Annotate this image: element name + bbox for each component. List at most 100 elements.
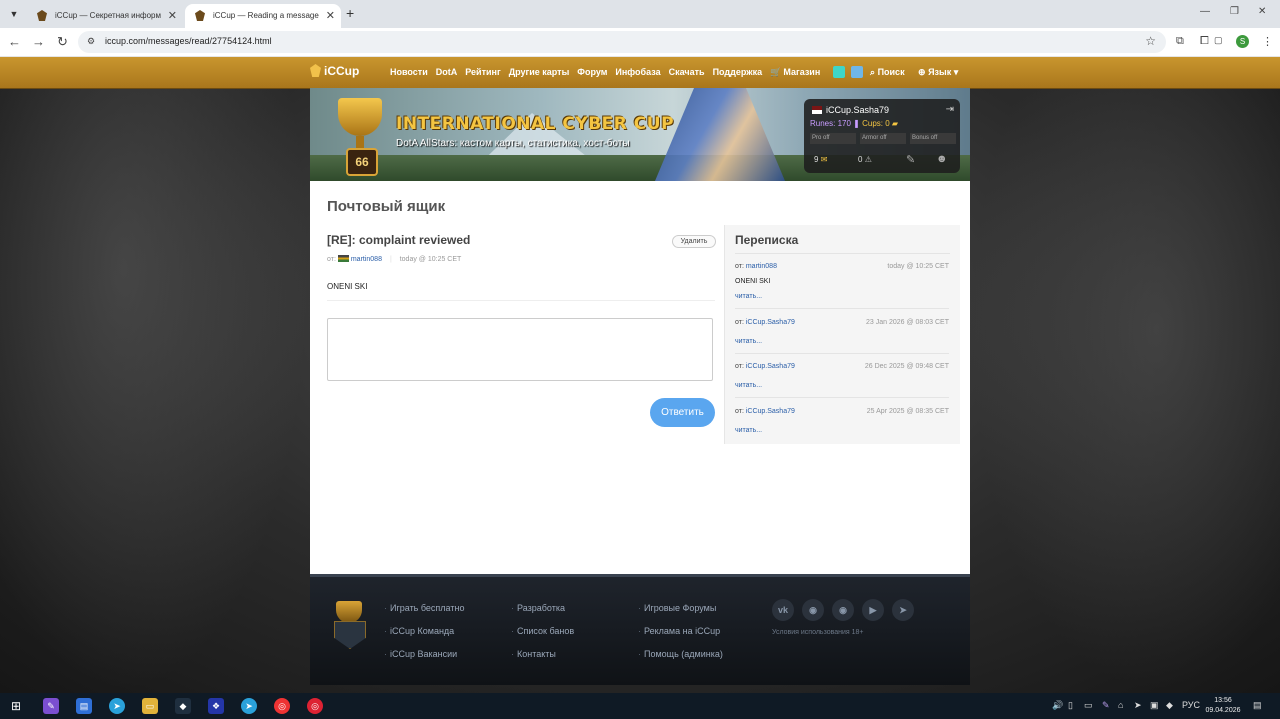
close-tab-icon[interactable]: ✕	[168, 4, 177, 28]
read-link[interactable]: читать...	[735, 427, 762, 434]
notifications-icon[interactable]: ▤	[1253, 700, 1262, 711]
sidepanel-icon[interactable]: ▢	[1214, 35, 1223, 46]
footer-link[interactable]: · Список банов	[511, 626, 574, 649]
restore-icon[interactable]: ❐	[1230, 6, 1239, 17]
volume-icon[interactable]: 🔊	[1052, 700, 1063, 711]
pen-app-icon[interactable]: ✎	[43, 698, 59, 714]
read-link[interactable]: читать...	[735, 338, 762, 345]
correspondence-author[interactable]: iCCup.Sasha79	[746, 363, 795, 370]
user-stats: Pro off Armor off Bonus off	[810, 133, 956, 144]
menu-dots-icon[interactable]: ⋮	[1262, 35, 1273, 48]
stream-icon[interactable]	[833, 66, 845, 78]
footer-link[interactable]: · Игровые Форумы	[638, 603, 723, 626]
flag-icon	[812, 106, 822, 114]
search-link[interactable]: ⌕ Поиск	[870, 67, 905, 78]
youtube-icon[interactable]: ▶	[862, 599, 884, 621]
app-blue-icon[interactable]: ❖	[208, 698, 224, 714]
reply-button[interactable]: Ответить	[650, 398, 715, 427]
read-link[interactable]: читать...	[735, 382, 762, 389]
language-select[interactable]: ⊕ Язык ▾	[918, 67, 958, 78]
address-bar[interactable]: ⚙ iccup.com/messages/read/27754124.html …	[78, 31, 1166, 53]
menu-forum[interactable]: Форум	[577, 67, 607, 78]
delete-button[interactable]: Удалить	[672, 235, 716, 248]
footer-link[interactable]: · iCCup Команда	[384, 626, 464, 649]
warnings-link[interactable]: 0 ⚠	[858, 155, 872, 164]
menu-rating[interactable]: Рейтинг	[465, 67, 500, 78]
footer-link[interactable]: · Играть бесплатно	[384, 603, 464, 626]
correspondence-author[interactable]: iCCup.Sasha79	[746, 408, 795, 415]
back-icon[interactable]: ←	[8, 34, 21, 49]
read-link[interactable]: читать...	[735, 293, 762, 300]
reload-icon[interactable]: ↻	[57, 34, 68, 50]
chrome-profile-icon[interactable]: ◎	[307, 698, 323, 714]
menu-shop[interactable]: 🛒 Магазин	[770, 67, 820, 78]
menu-infobase[interactable]: Инфобаза	[615, 67, 660, 78]
menu-other-maps[interactable]: Другие карты	[509, 67, 570, 78]
network-icon[interactable]: ▭	[1084, 700, 1093, 711]
tab-search-button[interactable]: ▼	[6, 6, 22, 22]
url-text[interactable]: iccup.com/messages/read/27754124.html	[105, 36, 272, 46]
tab-secret-info[interactable]: iCCup — Секретная информация ✕	[27, 4, 183, 28]
chevron-down-icon: ▾	[953, 67, 959, 77]
battery-icon[interactable]: ▯	[1068, 700, 1073, 711]
new-tab-button[interactable]: +	[346, 5, 354, 21]
site-logo[interactable]: iCCup	[310, 64, 359, 82]
tray-app-icon[interactable]: ⌂	[1118, 700, 1123, 710]
pro-status[interactable]: Pro off	[810, 133, 856, 144]
app-diamond-icon[interactable]: ◆	[175, 698, 191, 714]
footer-link[interactable]: · iCCup Вакансии	[384, 649, 464, 672]
profile-icon[interactable]: ☻	[936, 153, 948, 165]
footer-link[interactable]: · Реклама на iCCup	[638, 626, 723, 649]
menu-download[interactable]: Скачать	[669, 67, 705, 78]
mail-link[interactable]: 9 ✉	[814, 155, 827, 164]
close-window-icon[interactable]: ✕	[1258, 6, 1266, 17]
footer-link[interactable]: · Помощь (админка)	[638, 649, 723, 672]
logout-icon[interactable]: ⇥	[946, 104, 954, 115]
settings-wrench-icon[interactable]: ✎	[906, 153, 915, 166]
telegram-app-icon[interactable]: ➤	[109, 698, 125, 714]
correspondence-author[interactable]: iCCup.Sasha79	[746, 319, 795, 326]
pen-tray-icon[interactable]: ✎	[1102, 700, 1110, 711]
tray-monitor-icon[interactable]: ▣	[1150, 700, 1159, 711]
forward-icon[interactable]: →	[32, 34, 45, 49]
correspondence-author[interactable]: martin088	[746, 263, 777, 270]
footer-link[interactable]: · Контакты	[511, 649, 574, 672]
telegram-icon[interactable]: ➤	[892, 599, 914, 621]
clock[interactable]: 13:56 09.04.2026	[1198, 696, 1248, 716]
page-title: Почтовый ящик	[327, 198, 446, 215]
profile-avatar[interactable]: S	[1236, 35, 1249, 48]
site-info-icon[interactable]: ⚙	[87, 36, 95, 47]
minimize-icon[interactable]: —	[1200, 6, 1210, 17]
telegram-app-icon[interactable]: ➤	[241, 698, 257, 714]
notepad-icon[interactable]: ▤	[76, 698, 92, 714]
chrome-icon[interactable]: ◎	[274, 698, 290, 714]
menu-support[interactable]: Поддержка	[713, 67, 763, 78]
discord-icon[interactable]: ◉	[832, 599, 854, 621]
level-badge: 66	[346, 148, 378, 176]
menu-dota[interactable]: DotA	[436, 67, 458, 78]
close-tab-icon[interactable]: ✕	[326, 4, 335, 28]
tray-diamond-icon[interactable]: ◆	[1166, 700, 1173, 711]
menu-shop-label: Магазин	[783, 67, 821, 77]
user-icon[interactable]	[851, 66, 863, 78]
terms-link[interactable]: Условия использования 18+	[772, 629, 864, 636]
discord-icon[interactable]: ◉	[802, 599, 824, 621]
armor-status[interactable]: Armor off	[860, 133, 906, 144]
menu-news[interactable]: Новости	[390, 67, 428, 78]
file-explorer-icon[interactable]: ▭	[142, 698, 158, 714]
message-author[interactable]: martin088	[351, 256, 382, 263]
user-name[interactable]: iCCup.Sasha79	[812, 105, 889, 115]
windows-start-icon[interactable]: ⊞	[8, 698, 24, 714]
extensions-icon[interactable]: ⧠	[1200, 35, 1209, 48]
footer-link[interactable]: · Разработка	[511, 603, 574, 626]
bonus-status[interactable]: Bonus off	[910, 133, 956, 144]
user-quick-links: 9 ✉ 0 ⚠ ✎ ☻	[810, 151, 954, 169]
reply-textarea[interactable]	[327, 318, 713, 381]
translate-icon[interactable]: ⧉	[1176, 35, 1184, 48]
tab-reading-message[interactable]: iCCup — Reading a message from ✕	[185, 4, 341, 28]
bookmark-star-icon[interactable]: ☆	[1145, 34, 1156, 48]
footer-column-1: · Играть бесплатно · iCCup Команда · iCCup …	[384, 603, 464, 672]
telegram-tray-icon[interactable]: ➤	[1134, 700, 1142, 711]
vk-icon[interactable]: vk	[772, 599, 794, 621]
mail-count: 9	[814, 155, 819, 164]
